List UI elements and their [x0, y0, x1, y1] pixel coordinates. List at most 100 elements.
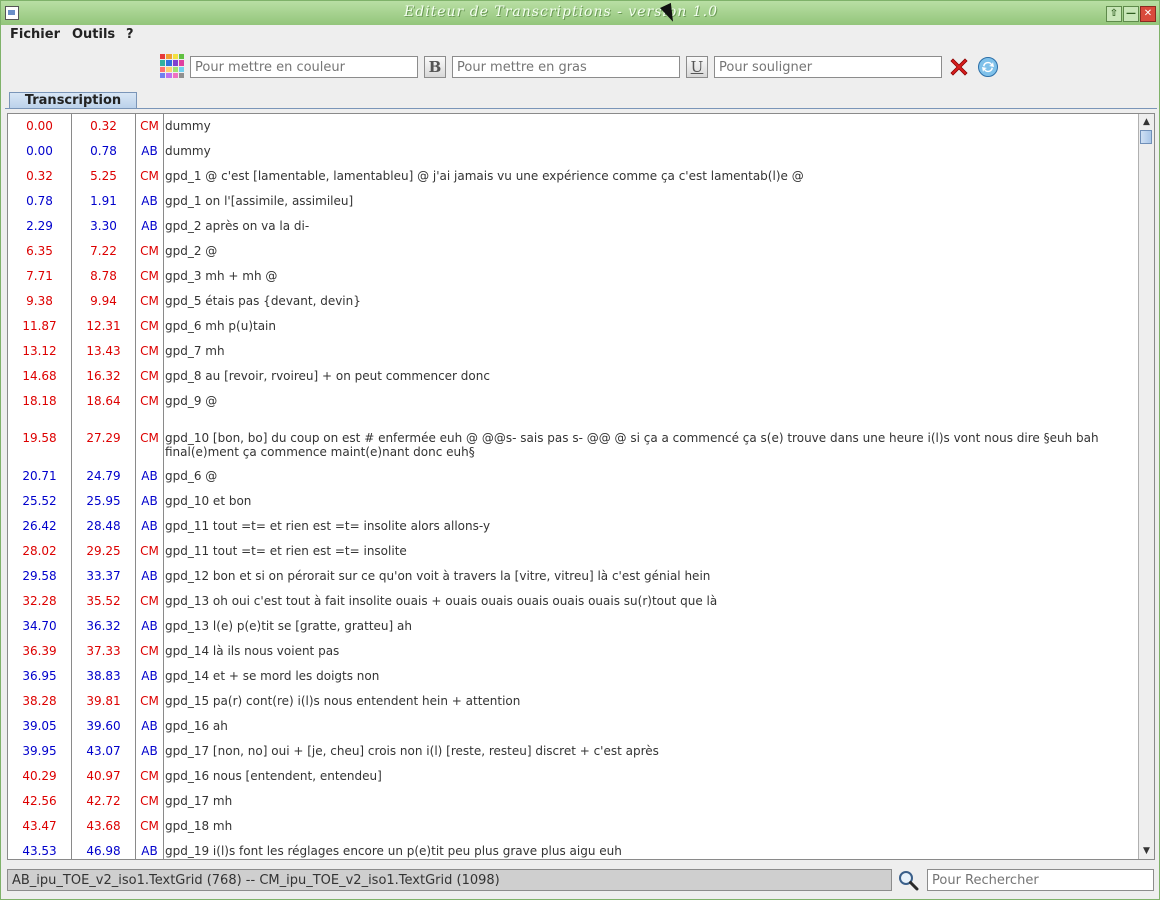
- scroll-down-arrow-icon[interactable]: ▼: [1139, 844, 1154, 858]
- end-time-cell[interactable]: 16.32: [72, 364, 136, 389]
- transcription-text-cell[interactable]: gpd_14 et + se mord les doigts non: [165, 664, 1135, 689]
- transcription-text-cell[interactable]: gpd_2 @: [165, 239, 1135, 264]
- transcription-text-cell[interactable]: gpd_18 mh: [165, 814, 1135, 839]
- end-time-cell[interactable]: 27.29: [72, 414, 136, 464]
- start-time-cell[interactable]: 29.58: [8, 564, 72, 589]
- end-time-cell[interactable]: 42.72: [72, 789, 136, 814]
- end-time-cell[interactable]: 35.52: [72, 589, 136, 614]
- speaker-cell[interactable]: AB: [136, 614, 164, 639]
- transcription-text-cell[interactable]: gpd_10 [bon, bo] du coup on est # enferm…: [165, 414, 1135, 464]
- speaker-cell[interactable]: AB: [136, 139, 164, 164]
- speaker-cell[interactable]: AB: [136, 564, 164, 589]
- transcription-text-cell[interactable]: gpd_17 mh: [165, 789, 1135, 814]
- search-input[interactable]: [927, 869, 1154, 891]
- speaker-cell[interactable]: AB: [136, 189, 164, 214]
- transcription-text-cell[interactable]: gpd_8 au [revoir, rvoireu] + on peut com…: [165, 364, 1135, 389]
- start-time-cell[interactable]: 20.71: [8, 464, 72, 489]
- transcription-text-cell[interactable]: gpd_6 @: [165, 464, 1135, 489]
- table-row[interactable]: 39.95 43.07 AB gpd_17 [non, no] oui + [je, …: [8, 739, 1138, 764]
- end-time-cell[interactable]: 7.22: [72, 239, 136, 264]
- start-time-cell[interactable]: 38.28: [8, 689, 72, 714]
- start-time-cell[interactable]: 18.18: [8, 389, 72, 414]
- transcription-text-cell[interactable]: gpd_2 après on va la di-: [165, 214, 1135, 239]
- end-time-cell[interactable]: 46.98: [72, 839, 136, 859]
- speaker-cell[interactable]: AB: [136, 514, 164, 539]
- transcription-text-cell[interactable]: dummy: [165, 114, 1135, 139]
- speaker-cell[interactable]: CM: [136, 414, 164, 464]
- start-time-cell[interactable]: 0.32: [8, 164, 72, 189]
- end-time-cell[interactable]: 39.60: [72, 714, 136, 739]
- transcription-text-cell[interactable]: gpd_9 @: [165, 389, 1135, 414]
- end-time-cell[interactable]: 39.81: [72, 689, 136, 714]
- speaker-cell[interactable]: CM: [136, 764, 164, 789]
- start-time-cell[interactable]: 28.02: [8, 539, 72, 564]
- start-time-cell[interactable]: 0.00: [8, 139, 72, 164]
- table-row[interactable]: 11.87 12.31 CM gpd_6 mh p(u)tain: [8, 314, 1138, 339]
- end-time-cell[interactable]: 40.97: [72, 764, 136, 789]
- start-time-cell[interactable]: 11.87: [8, 314, 72, 339]
- start-time-cell[interactable]: 39.05: [8, 714, 72, 739]
- speaker-cell[interactable]: AB: [136, 839, 164, 859]
- speaker-cell[interactable]: CM: [136, 689, 164, 714]
- transcription-text-cell[interactable]: gpd_11 tout =t= et rien est =t= insolite: [165, 539, 1135, 564]
- table-row[interactable]: 13.12 13.43 CM gpd_7 mh: [8, 339, 1138, 364]
- transcription-text-cell[interactable]: gpd_14 là ils nous voient pas: [165, 639, 1135, 664]
- speaker-cell[interactable]: AB: [136, 664, 164, 689]
- table-row[interactable]: 18.18 18.64 CM gpd_9 @: [8, 389, 1138, 414]
- speaker-cell[interactable]: CM: [136, 639, 164, 664]
- close-button[interactable]: ✕: [1140, 6, 1156, 22]
- transcription-text-cell[interactable]: gpd_19 i(l)s font les réglages encore un…: [165, 839, 1135, 859]
- transcription-text-cell[interactable]: gpd_13 l(e) p(e)tit se [gratte, gratteu]…: [165, 614, 1135, 639]
- red-x-icon[interactable]: [948, 56, 970, 78]
- end-time-cell[interactable]: 13.43: [72, 339, 136, 364]
- speaker-cell[interactable]: CM: [136, 364, 164, 389]
- table-row[interactable]: 0.00 0.78 AB dummy: [8, 139, 1138, 164]
- table-row[interactable]: 43.47 43.68 CM gpd_18 mh: [8, 814, 1138, 839]
- speaker-cell[interactable]: AB: [136, 489, 164, 514]
- transcription-text-cell[interactable]: gpd_12 bon et si on pérorait sur ce qu'o…: [165, 564, 1135, 589]
- start-time-cell[interactable]: 32.28: [8, 589, 72, 614]
- end-time-cell[interactable]: 43.68: [72, 814, 136, 839]
- end-time-cell[interactable]: 36.32: [72, 614, 136, 639]
- speaker-cell[interactable]: AB: [136, 714, 164, 739]
- speaker-cell[interactable]: CM: [136, 589, 164, 614]
- scroll-up-arrow-icon[interactable]: ▲: [1139, 115, 1154, 129]
- start-time-cell[interactable]: 2.29: [8, 214, 72, 239]
- bold-button[interactable]: B: [424, 56, 446, 78]
- transcription-text-cell[interactable]: gpd_10 et bon: [165, 489, 1135, 514]
- end-time-cell[interactable]: 12.31: [72, 314, 136, 339]
- table-row[interactable]: 26.42 28.48 AB gpd_11 tout =t= et rien est …: [8, 514, 1138, 539]
- underline-button[interactable]: U: [686, 56, 708, 78]
- underline-input[interactable]: [714, 56, 942, 78]
- speaker-cell[interactable]: AB: [136, 739, 164, 764]
- table-row[interactable]: 43.53 46.98 AB gpd_19 i(l)s font les réglag…: [8, 839, 1138, 859]
- transcription-text-cell[interactable]: gpd_16 nous [entendent, entendeu]: [165, 764, 1135, 789]
- start-time-cell[interactable]: 43.53: [8, 839, 72, 859]
- bold-input[interactable]: [452, 56, 680, 78]
- scrollbar-thumb[interactable]: [1140, 130, 1152, 144]
- start-time-cell[interactable]: 36.95: [8, 664, 72, 689]
- table-row[interactable]: 20.71 24.79 AB gpd_6 @: [8, 464, 1138, 489]
- speaker-cell[interactable]: CM: [136, 239, 164, 264]
- end-time-cell[interactable]: 24.79: [72, 464, 136, 489]
- end-time-cell[interactable]: 28.48: [72, 514, 136, 539]
- end-time-cell[interactable]: 37.33: [72, 639, 136, 664]
- speaker-cell[interactable]: CM: [136, 814, 164, 839]
- transcription-text-cell[interactable]: gpd_1 @ c'est [lamentable, lamentableu] …: [165, 164, 1135, 189]
- start-time-cell[interactable]: 26.42: [8, 514, 72, 539]
- end-time-cell[interactable]: 3.30: [72, 214, 136, 239]
- table-row[interactable]: 25.52 25.95 AB gpd_10 et bon: [8, 489, 1138, 514]
- refresh-icon[interactable]: [977, 56, 999, 78]
- minimize-button[interactable]: —: [1123, 6, 1139, 22]
- end-time-cell[interactable]: 18.64: [72, 389, 136, 414]
- tab-transcription[interactable]: Transcription: [9, 92, 137, 109]
- start-time-cell[interactable]: 19.58: [8, 414, 72, 464]
- table-row[interactable]: 6.35 7.22 CM gpd_2 @: [8, 239, 1138, 264]
- table-row[interactable]: 40.29 40.97 CM gpd_16 nous [entendent, ente…: [8, 764, 1138, 789]
- table-row[interactable]: 39.05 39.60 AB gpd_16 ah: [8, 714, 1138, 739]
- start-time-cell[interactable]: 0.00: [8, 114, 72, 139]
- speaker-cell[interactable]: CM: [136, 389, 164, 414]
- start-time-cell[interactable]: 43.47: [8, 814, 72, 839]
- table-row[interactable]: 19.58 27.29 CM gpd_10 [bon, bo] du coup on …: [8, 414, 1138, 464]
- table-row[interactable]: 29.58 33.37 AB gpd_12 bon et si on pérorait…: [8, 564, 1138, 589]
